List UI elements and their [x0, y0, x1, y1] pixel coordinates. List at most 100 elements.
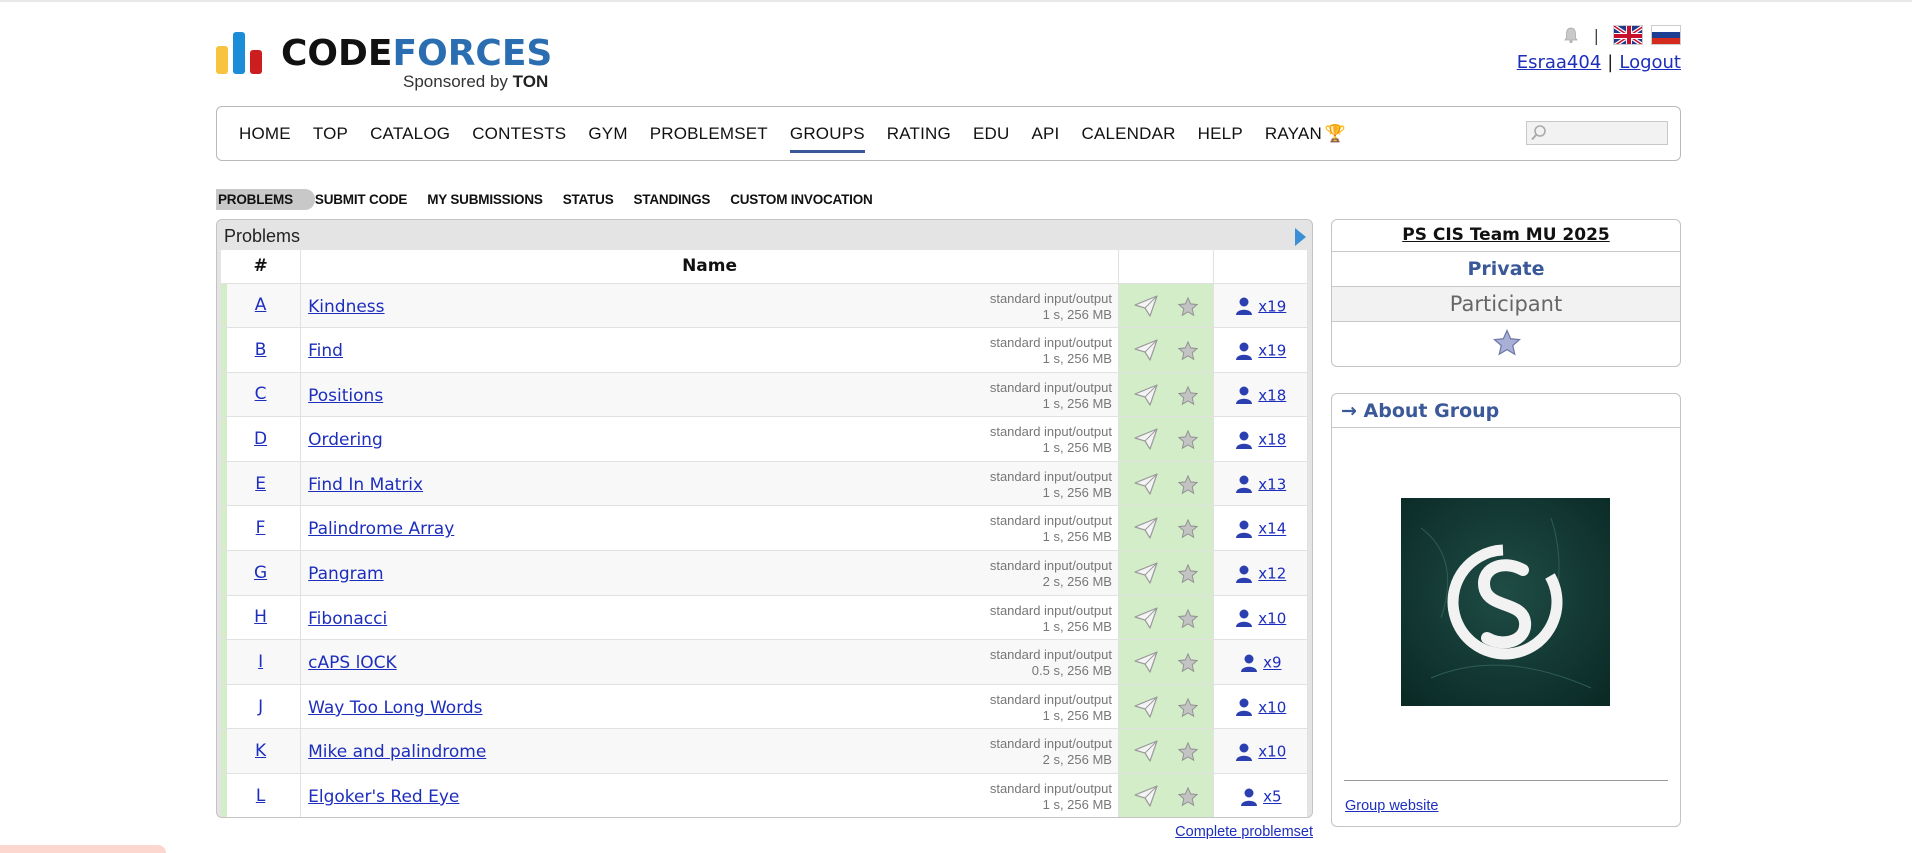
- menu-item-contests[interactable]: CONTESTS: [472, 124, 566, 144]
- menu-item-problemset[interactable]: PROBLEMSET: [650, 124, 768, 144]
- problem-name-link[interactable]: Find In Matrix: [308, 475, 423, 495]
- menu-item-help[interactable]: HELP: [1198, 124, 1243, 144]
- submit-paper-plane-icon[interactable]: [1133, 561, 1159, 585]
- solved-count-link[interactable]: x18: [1258, 386, 1286, 404]
- complete-problemset-link[interactable]: Complete problemset: [1175, 824, 1313, 840]
- submenu-problems[interactable]: PROBLEMS: [216, 188, 315, 210]
- solved-count-link[interactable]: x13: [1258, 475, 1286, 493]
- menu-item-catalog[interactable]: CATALOG: [370, 124, 450, 144]
- problem-name-link[interactable]: Mike and palindrome: [308, 742, 486, 762]
- submit-paper-plane-icon[interactable]: [1133, 294, 1159, 318]
- table-row: K Mike and palindrome standard input/out…: [221, 728, 1308, 775]
- problem-name-link[interactable]: Fibonacci: [308, 609, 387, 629]
- russian-flag-icon[interactable]: [1651, 25, 1681, 45]
- menu-item-groups[interactable]: GROUPS: [789, 124, 865, 153]
- submit-paper-plane-icon[interactable]: [1133, 427, 1159, 451]
- solved-count-link[interactable]: x5: [1263, 788, 1281, 806]
- solved-count-link[interactable]: x10: [1258, 743, 1286, 761]
- favourite-star-icon[interactable]: [1177, 429, 1199, 451]
- solved-count-link[interactable]: x19: [1258, 297, 1286, 315]
- solved-count-link[interactable]: x9: [1263, 654, 1281, 672]
- submit-paper-plane-icon[interactable]: [1133, 650, 1159, 674]
- favourite-star-icon[interactable]: [1177, 563, 1199, 585]
- problem-index-link[interactable]: D: [254, 429, 267, 449]
- problem-name-link[interactable]: cAPS lOCK: [308, 653, 397, 673]
- favourite-star-icon[interactable]: [1177, 385, 1199, 407]
- about-group-title[interactable]: → About Group: [1332, 394, 1680, 428]
- logout-link[interactable]: Logout: [1619, 52, 1681, 73]
- problem-name-link[interactable]: Elgoker's Red Eye: [308, 787, 459, 807]
- menu-item-edu[interactable]: EDU: [973, 124, 1010, 144]
- menu-item-calendar[interactable]: CALENDAR: [1081, 124, 1175, 144]
- submit-paper-plane-icon[interactable]: [1133, 472, 1159, 496]
- solved-count-link[interactable]: x10: [1258, 609, 1286, 627]
- problem-index-link[interactable]: H: [254, 607, 267, 627]
- notification-toast[interactable]: [0, 845, 166, 853]
- problem-limits: standard input/output 0.5 s, 256 MB: [990, 647, 1112, 679]
- problem-name-link[interactable]: Positions: [308, 386, 383, 406]
- favourite-star-icon[interactable]: [1177, 697, 1199, 719]
- search-input[interactable]: [1526, 121, 1668, 145]
- problem-index-link[interactable]: F: [256, 518, 266, 538]
- submit-paper-plane-icon[interactable]: [1133, 739, 1159, 763]
- submenu-status[interactable]: STATUS: [563, 189, 614, 210]
- problem-index-link[interactable]: L: [256, 786, 265, 806]
- menu-item-top[interactable]: TOP: [313, 124, 348, 144]
- bell-icon[interactable]: [1562, 26, 1580, 44]
- expand-arrow-icon[interactable]: [1295, 228, 1306, 246]
- favourite-star-icon[interactable]: [1177, 652, 1199, 674]
- problem-name-link[interactable]: Way Too Long Words: [308, 698, 482, 718]
- problem-name-link[interactable]: Kindness: [308, 297, 384, 317]
- menu-item-api[interactable]: API: [1031, 124, 1059, 144]
- table-row: H Fibonacci standard input/output 1 s, 2…: [221, 595, 1308, 641]
- favourite-star-icon[interactable]: [1177, 518, 1199, 540]
- favourite-star-icon[interactable]: [1177, 340, 1199, 362]
- submenu-submit-code[interactable]: SUBMIT CODE: [315, 189, 408, 210]
- problem-name-link[interactable]: Pangram: [308, 564, 383, 584]
- problem-name-link[interactable]: Palindrome Array: [308, 519, 454, 539]
- submenu-custom-invocation[interactable]: CUSTOM INVOCATION: [730, 189, 873, 210]
- problem-name-link[interactable]: Ordering: [308, 430, 383, 450]
- submit-paper-plane-icon[interactable]: [1133, 338, 1159, 362]
- submit-paper-plane-icon[interactable]: [1133, 606, 1159, 630]
- problem-index-link[interactable]: A: [255, 295, 267, 315]
- favourite-star-icon[interactable]: [1177, 786, 1199, 808]
- problem-index-link[interactable]: K: [255, 741, 266, 761]
- problem-solved-cell: x10: [1213, 595, 1308, 641]
- problem-index-link[interactable]: J: [258, 697, 263, 717]
- group-name-link[interactable]: PS CIS Team MU 2025: [1402, 225, 1610, 245]
- submenu-my-submissions[interactable]: MY SUBMISSIONS: [427, 189, 543, 210]
- favourite-star-icon[interactable]: [1177, 296, 1199, 318]
- solved-count-link[interactable]: x12: [1258, 565, 1286, 583]
- problem-index-link[interactable]: C: [255, 384, 267, 404]
- favourite-star-icon[interactable]: [1177, 474, 1199, 496]
- favourite-star-icon[interactable]: [1492, 328, 1522, 358]
- problem-index-link[interactable]: I: [258, 652, 263, 672]
- menu-item-gym[interactable]: GYM: [588, 124, 627, 144]
- username-link[interactable]: Esraa404: [1517, 52, 1602, 73]
- submit-paper-plane-icon[interactable]: [1133, 695, 1159, 719]
- problem-index-link[interactable]: B: [255, 340, 267, 360]
- submit-paper-plane-icon[interactable]: [1133, 383, 1159, 407]
- menu-item-rating[interactable]: RATING: [887, 124, 951, 144]
- problem-solved-cell: x10: [1213, 684, 1308, 730]
- solved-count-link[interactable]: x19: [1258, 342, 1286, 360]
- problem-name-cell: Find standard input/output 1 s, 256 MB: [300, 327, 1119, 373]
- problem-index-link[interactable]: G: [254, 563, 267, 583]
- english-flag-icon[interactable]: [1613, 25, 1643, 45]
- solved-count-link[interactable]: x18: [1258, 431, 1286, 449]
- submenu-standings[interactable]: STANDINGS: [634, 189, 711, 210]
- problem-name-link[interactable]: Find: [308, 341, 343, 361]
- menu-item-rayan[interactable]: RAYAN 🏆: [1265, 124, 1346, 144]
- favourite-star-icon[interactable]: [1177, 608, 1199, 630]
- codeforces-logo[interactable]: CODEFORCES Sponsored by TON: [216, 30, 576, 96]
- problem-index-cell: H: [221, 595, 302, 641]
- favourite-star-icon[interactable]: [1177, 741, 1199, 763]
- solved-count-link[interactable]: x14: [1258, 520, 1286, 538]
- menu-item-home[interactable]: HOME: [239, 124, 291, 144]
- submit-paper-plane-icon[interactable]: [1133, 516, 1159, 540]
- submit-paper-plane-icon[interactable]: [1133, 784, 1159, 808]
- group-website-link[interactable]: Group website: [1345, 798, 1439, 814]
- problem-index-link[interactable]: E: [255, 474, 266, 494]
- solved-count-link[interactable]: x10: [1258, 698, 1286, 716]
